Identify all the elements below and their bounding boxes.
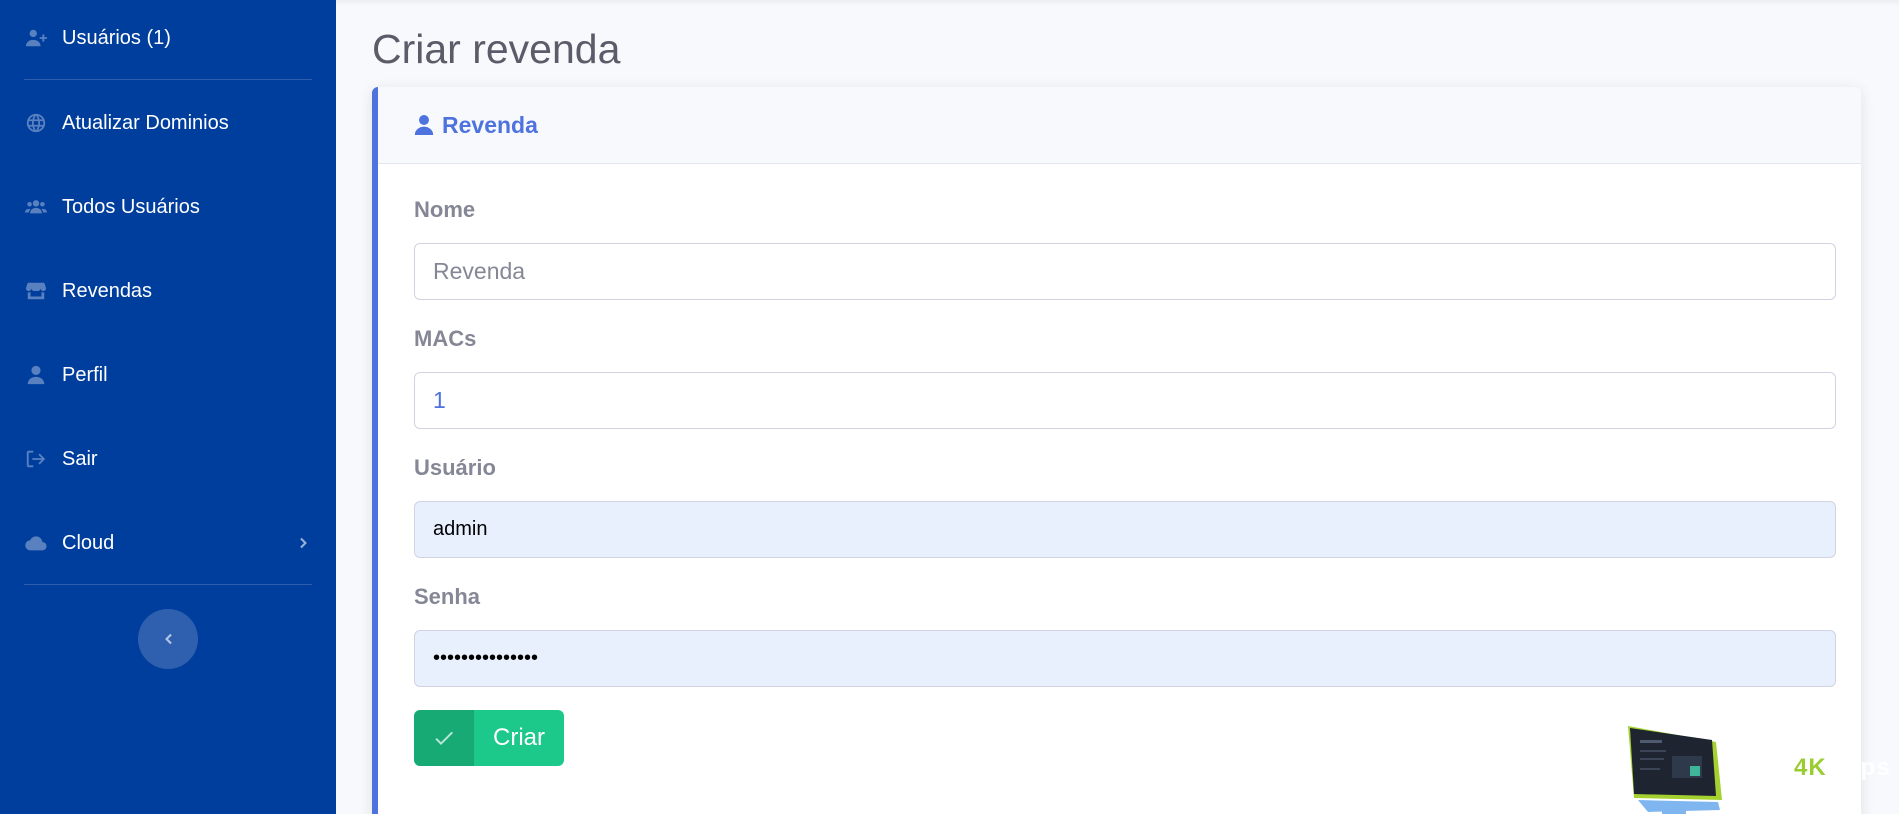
- revenda-card: Revenda Nome MACs Usuário Senha Criar: [372, 87, 1861, 814]
- chevron-left-icon: [161, 632, 175, 646]
- cloud-icon: [24, 531, 48, 555]
- user-icon: [414, 114, 442, 136]
- sidebar-item-cloud[interactable]: Cloud: [24, 523, 312, 563]
- card-header: Revenda: [378, 87, 1861, 164]
- senha-input[interactable]: [414, 630, 1836, 687]
- senha-label: Senha: [414, 584, 481, 609]
- macs-input[interactable]: [414, 372, 1836, 429]
- criar-button[interactable]: Criar: [414, 710, 564, 766]
- sidebar-item-perfil[interactable]: Perfil: [24, 355, 312, 395]
- check-icon: [414, 710, 474, 766]
- sidebar-item-label: Revendas: [62, 279, 153, 302]
- sidebar-toggle-button[interactable]: [138, 609, 198, 669]
- sidebar-item-label: Sair: [62, 447, 98, 470]
- nome-label: Nome: [414, 197, 476, 222]
- sidebar-divider: [24, 584, 312, 585]
- criar-button-label: Criar: [493, 724, 545, 751]
- sidebar-item-atualizar-dominios[interactable]: Atualizar Dominios: [24, 103, 312, 143]
- sign-out-icon: [24, 447, 48, 471]
- monitor-icon: [1628, 726, 1722, 814]
- user-plus-icon: [24, 26, 48, 50]
- nome-input[interactable]: [414, 243, 1836, 300]
- chevron-right-icon: [296, 535, 312, 551]
- sidebar-item-sair[interactable]: Sair: [24, 439, 312, 479]
- watermark-text-main: 4K: [1794, 754, 1827, 781]
- sidebar-item-todos-usuarios[interactable]: Todos Usuários: [24, 187, 312, 227]
- watermark-logo: 4KApps: [1628, 726, 1899, 814]
- page-title: Criar revenda: [372, 26, 621, 72]
- usuario-input[interactable]: [414, 501, 1836, 558]
- usuario-label: Usuário: [414, 455, 496, 480]
- sidebar-item-label: Perfil: [62, 363, 108, 386]
- globe-icon: [24, 111, 48, 135]
- macs-label: MACs: [414, 326, 477, 351]
- users-icon: [24, 195, 48, 219]
- store-icon: [24, 279, 48, 303]
- watermark-text-faded: Apps: [1826, 754, 1891, 781]
- topbar: [336, 0, 1899, 6]
- sidebar-item-label: Todos Usuários: [62, 195, 200, 218]
- sidebar-item-label: Atualizar Dominios: [62, 111, 229, 134]
- user-icon: [24, 363, 48, 387]
- sidebar-item-label: Usuários (1): [62, 26, 171, 49]
- sidebar-item-revendas[interactable]: Revendas: [24, 271, 312, 311]
- watermark-text: 4KApps: [1794, 754, 1891, 782]
- sidebar-item-label: Cloud: [62, 531, 115, 554]
- sidebar-divider: [24, 79, 312, 80]
- card-title: Revenda: [442, 111, 538, 138]
- sidebar: Usuários (1) Atualizar Dominios Todos Us…: [0, 0, 336, 814]
- sidebar-item-usuarios[interactable]: Usuários (1): [24, 18, 312, 58]
